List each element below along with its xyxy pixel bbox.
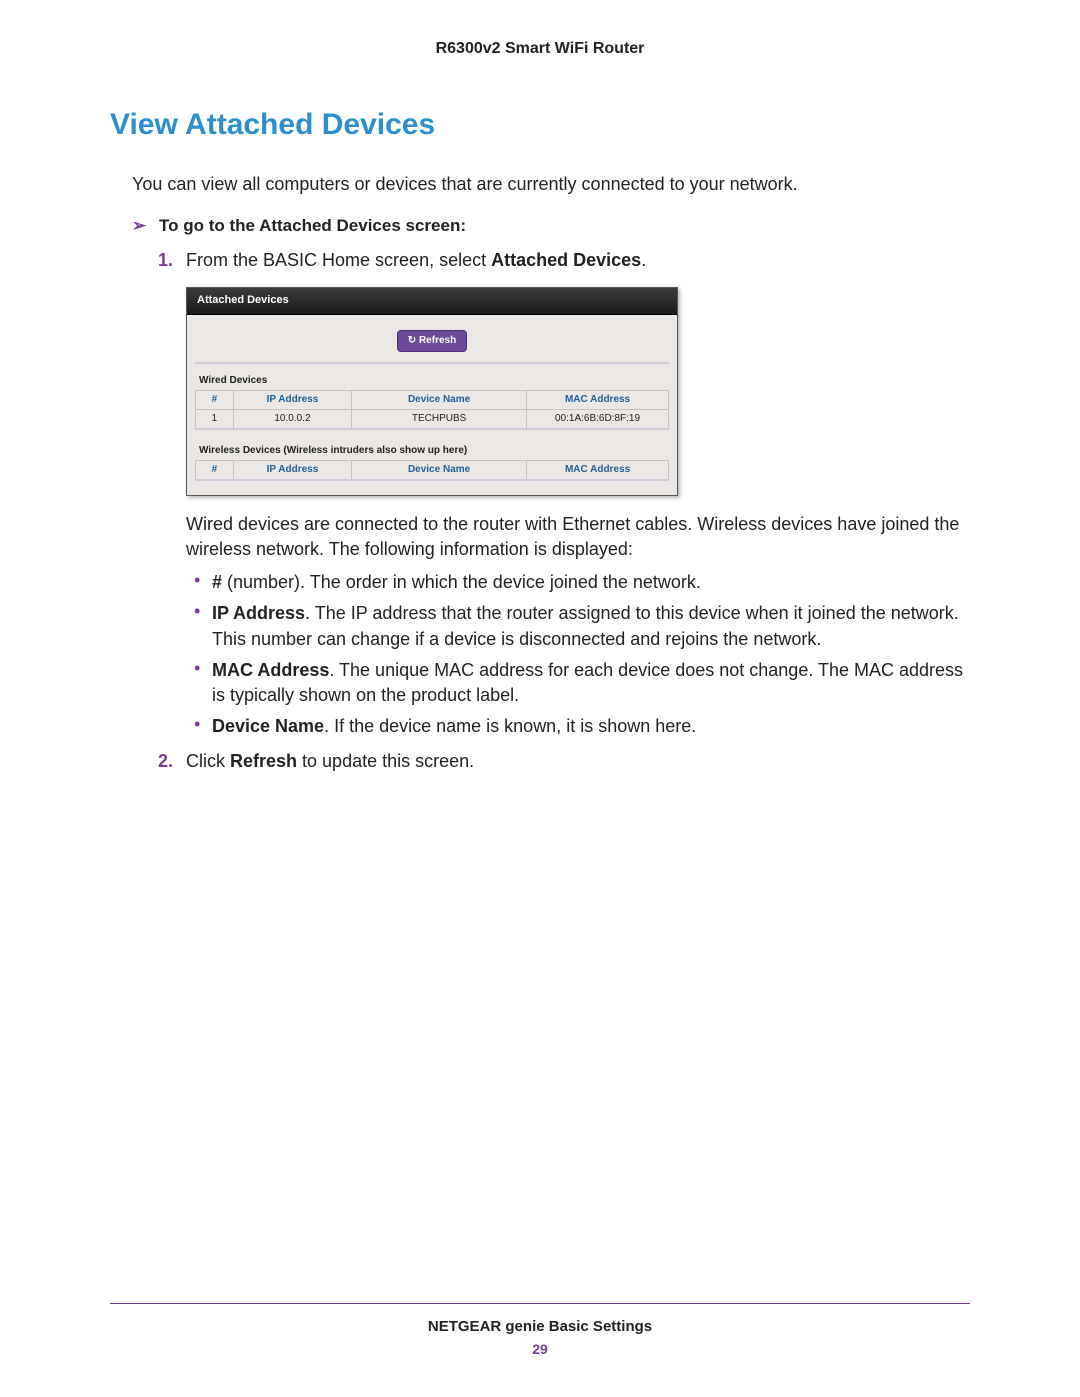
step-2-text-prefix: Click xyxy=(186,751,230,771)
document-header: R6300v2 Smart WiFi Router xyxy=(110,40,970,58)
table-row: 1 10.0.0.2 TECHPUBS 00:1A:6B:6D:8F:19 xyxy=(196,409,669,429)
bullet-bold: # xyxy=(212,572,222,592)
table-header-row: # IP Address Device Name MAC Address xyxy=(196,390,669,409)
cell-num: 1 xyxy=(196,409,234,429)
step-1-text-bold: Attached Devices xyxy=(491,250,641,270)
footer-page-number: 29 xyxy=(110,1341,970,1357)
attached-devices-screenshot: Attached Devices Refresh Wired Devices #… xyxy=(186,287,678,495)
bullet-bold: IP Address xyxy=(212,603,305,623)
wired-devices-table: # IP Address Device Name MAC Address 1 1… xyxy=(195,390,669,430)
bullet-item: # (number). The order in which the devic… xyxy=(186,570,970,595)
bullet-bold: MAC Address xyxy=(212,660,329,680)
footer-chapter-title: NETGEAR genie Basic Settings xyxy=(110,1318,970,1335)
col-header-name: Device Name xyxy=(352,460,527,480)
screenshot-refresh-row: Refresh xyxy=(195,323,669,364)
step-2-text-bold: Refresh xyxy=(230,751,297,771)
footer-divider xyxy=(110,1303,970,1304)
bullet-rest: . The IP address that the router assigne… xyxy=(212,603,959,648)
post-screenshot-paragraph: Wired devices are connected to the route… xyxy=(186,512,970,562)
table-header-row: # IP Address Device Name MAC Address xyxy=(196,460,669,480)
col-header-num: # xyxy=(196,460,234,480)
step-1-text-prefix: From the BASIC Home screen, select xyxy=(186,250,491,270)
bullet-item: MAC Address. The unique MAC address for … xyxy=(186,658,970,708)
task-heading: ➢ To go to the Attached Devices screen: xyxy=(132,216,970,236)
step-1: From the BASIC Home screen, select Attac… xyxy=(158,248,970,739)
bullet-rest: . If the device name is known, it is sho… xyxy=(324,716,696,736)
task-heading-text: To go to the Attached Devices screen: xyxy=(159,216,466,235)
wired-devices-label: Wired Devices xyxy=(195,364,669,390)
col-header-mac: MAC Address xyxy=(527,390,669,409)
screenshot-titlebar: Attached Devices xyxy=(187,288,677,314)
bullet-item: IP Address. The IP address that the rout… xyxy=(186,601,970,651)
col-header-ip: IP Address xyxy=(233,460,351,480)
step-1-text-suffix: . xyxy=(641,250,646,270)
section-intro: You can view all computers or devices th… xyxy=(132,172,970,196)
wireless-devices-table: # IP Address Device Name MAC Address xyxy=(195,460,669,481)
bullet-rest: (number). The order in which the device … xyxy=(222,572,701,592)
triangle-bullet-icon: ➢ xyxy=(132,216,146,235)
step-2: Click Refresh to update this screen. xyxy=(158,749,970,774)
bullet-bold: Device Name xyxy=(212,716,324,736)
wireless-devices-label: Wireless Devices (Wireless intruders als… xyxy=(195,434,669,460)
col-header-num: # xyxy=(196,390,234,409)
cell-name: TECHPUBS xyxy=(352,409,527,429)
col-header-ip: IP Address xyxy=(233,390,351,409)
refresh-button[interactable]: Refresh xyxy=(397,330,467,352)
col-header-name: Device Name xyxy=(352,390,527,409)
bullet-item: Device Name. If the device name is known… xyxy=(186,714,970,739)
section-title: View Attached Devices xyxy=(110,108,970,142)
cell-ip: 10.0.0.2 xyxy=(233,409,351,429)
col-header-mac: MAC Address xyxy=(527,460,669,480)
page-footer: NETGEAR genie Basic Settings 29 xyxy=(110,1303,970,1357)
step-2-text-suffix: to update this screen. xyxy=(297,751,474,771)
cell-mac: 00:1A:6B:6D:8F:19 xyxy=(527,409,669,429)
screenshot-body: Refresh Wired Devices # IP Address Devic… xyxy=(187,315,677,495)
